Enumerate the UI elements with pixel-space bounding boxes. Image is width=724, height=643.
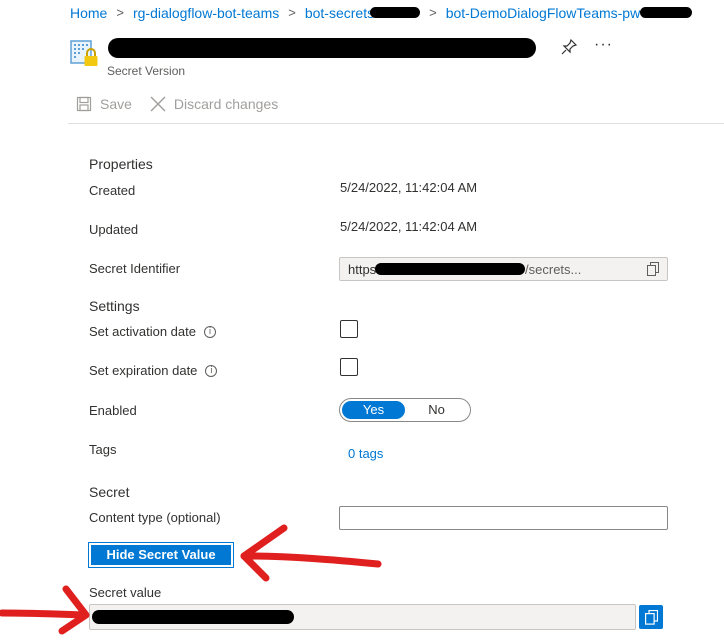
- page-subtitle: Secret Version: [107, 64, 186, 78]
- info-icon[interactable]: i: [203, 325, 216, 338]
- redaction-mark: [108, 38, 536, 58]
- tags-link[interactable]: 0 tags: [348, 446, 383, 461]
- save-label: Save: [100, 96, 132, 112]
- annotation-arrow-icon: [240, 524, 382, 582]
- updated-value: 5/24/2022, 11:42:04 AM: [340, 219, 478, 234]
- content-type-input[interactable]: [339, 506, 668, 530]
- close-icon: [150, 96, 166, 112]
- key-vault-secret-icon: [70, 40, 98, 66]
- expiration-date-text: Set expiration date: [89, 363, 198, 378]
- enabled-toggle[interactable]: Yes No: [339, 398, 471, 422]
- discard-label: Discard changes: [173, 96, 279, 112]
- expiration-date-checkbox[interactable]: [340, 358, 358, 376]
- secret-identifier-suffix: /secrets...: [525, 261, 582, 277]
- copy-icon[interactable]: [647, 262, 659, 276]
- secret-identifier-label: Secret Identifier: [89, 261, 181, 276]
- secret-value-label: Secret value: [89, 585, 162, 600]
- save-button[interactable]: Save: [76, 96, 132, 112]
- settings-heading: Settings: [89, 298, 140, 314]
- updated-label: Updated: [89, 222, 139, 237]
- secret-heading: Secret: [89, 484, 130, 500]
- hide-secret-value-button[interactable]: Hide Secret Value: [88, 542, 234, 568]
- redaction-mark: [92, 610, 294, 624]
- enabled-no-option[interactable]: No: [405, 401, 468, 419]
- page-title: [108, 34, 536, 61]
- discard-changes-button[interactable]: Discard changes: [150, 96, 278, 112]
- secret-value-field[interactable]: [89, 604, 636, 630]
- pin-icon[interactable]: [560, 38, 578, 56]
- save-icon: [76, 96, 92, 112]
- redaction-mark: [370, 7, 421, 18]
- info-icon[interactable]: i: [205, 364, 218, 377]
- redaction-mark: [640, 7, 693, 18]
- breadcrumb-separator: >: [288, 5, 296, 20]
- breadcrumb-secret[interactable]: bot-DemoDialogFlowTeams-pw: [446, 5, 693, 21]
- activation-date-text: Set activation date: [89, 324, 196, 339]
- created-value: 5/24/2022, 11:42:04 AM: [340, 180, 478, 195]
- content-type-label: Content type (optional): [89, 510, 221, 525]
- activation-date-checkbox[interactable]: [340, 320, 358, 338]
- command-bar: Save Discard changes: [76, 96, 288, 112]
- redaction-mark: [375, 263, 526, 275]
- expiration-date-label: Set expiration date i: [89, 363, 218, 378]
- properties-heading: Properties: [89, 156, 153, 172]
- breadcrumb-resource-group[interactable]: rg-dialogflow-bot-teams: [133, 5, 279, 21]
- enabled-yes-option[interactable]: Yes: [342, 401, 405, 419]
- breadcrumb-home[interactable]: Home: [70, 5, 107, 21]
- copy-icon: [644, 609, 658, 625]
- breadcrumb-separator: >: [429, 5, 437, 20]
- tags-label: Tags: [89, 442, 117, 457]
- breadcrumb-separator: >: [116, 5, 124, 20]
- copy-secret-button[interactable]: [639, 605, 663, 629]
- activation-date-label: Set activation date i: [89, 324, 216, 339]
- enabled-label: Enabled: [89, 403, 137, 418]
- more-options-button[interactable]: ···: [594, 36, 613, 54]
- breadcrumb: Home > rg-dialogflow-bot-teams > bot-sec…: [70, 5, 693, 21]
- annotation-arrow-icon: [0, 585, 90, 635]
- header-divider: [68, 123, 724, 124]
- created-label: Created: [89, 183, 136, 198]
- breadcrumb-key-vault[interactable]: bot-secrets: [305, 5, 421, 21]
- secret-identifier-field[interactable]: https:// /secrets...: [339, 257, 668, 281]
